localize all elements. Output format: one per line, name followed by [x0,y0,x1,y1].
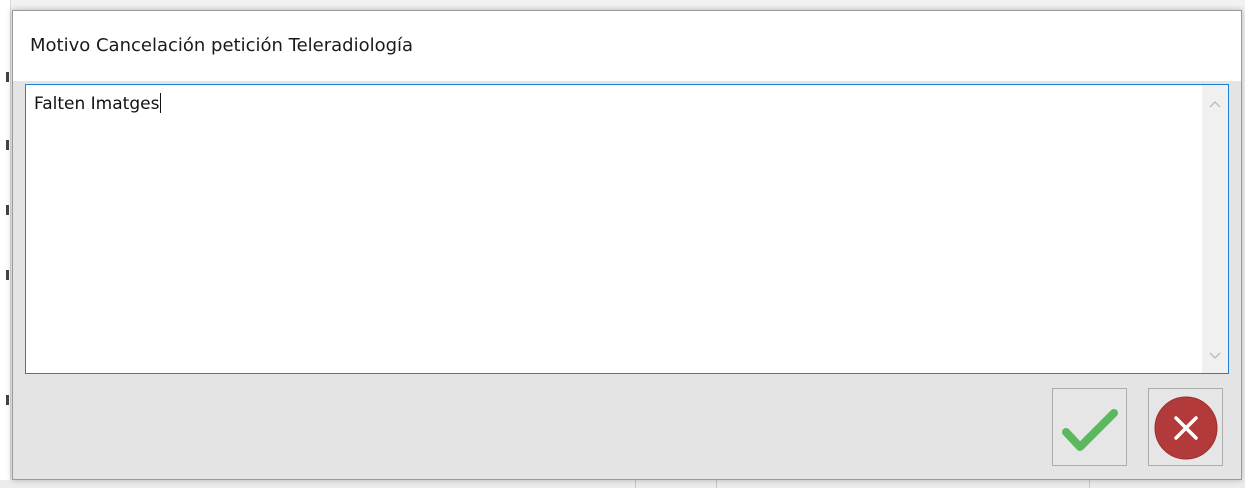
background-tick [6,205,9,215]
cancel-reason-value: Falten Imatges [34,94,160,114]
background-bottom-strip [0,480,1245,488]
cancel-button[interactable] [1148,388,1223,466]
accept-button[interactable] [1052,388,1127,466]
scroll-up-arrow-icon[interactable] [1202,91,1228,117]
background-tick [6,395,9,405]
background-divider [635,480,636,488]
background-left-strip [0,0,11,488]
background-tick [6,270,9,280]
background-divider [1089,480,1090,488]
text-caret [160,93,162,113]
background-divider [716,480,717,488]
green-check-icon [1062,409,1118,451]
dialog-titlebar: Motivo Cancelación petición Teleradiolog… [13,11,1241,81]
cancel-request-dialog: Motivo Cancelación petición Teleradiolog… [12,10,1242,480]
red-close-circle-icon [1154,396,1218,460]
background-tick [6,72,9,82]
cancel-reason-text: Falten Imatges [34,93,162,114]
dialog-title: Motivo Cancelación petición Teleradiolog… [30,35,414,56]
scroll-down-arrow-icon[interactable] [1202,343,1228,369]
cancel-reason-textarea[interactable]: Falten Imatges [25,84,1229,374]
vertical-scrollbar[interactable] [1202,85,1228,373]
background-tick [6,140,9,150]
